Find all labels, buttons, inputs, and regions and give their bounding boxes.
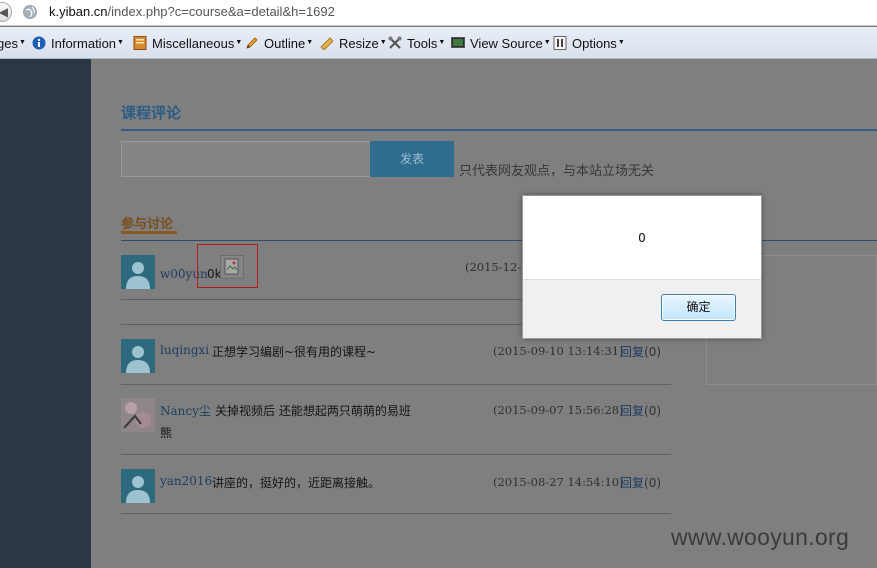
dropdown-arrow-icon: ▼ — [235, 39, 243, 46]
toolbar-images-menu[interactable]: ges▼ — [0, 36, 26, 51]
avatar[interactable] — [121, 255, 155, 289]
toolbar-label: Tools — [407, 36, 438, 51]
submit-comment-button[interactable]: 发表 — [370, 141, 454, 177]
dropdown-arrow-icon: ▼ — [306, 39, 314, 46]
left-sidebar — [0, 59, 91, 568]
toolbar-information-menu[interactable]: Information▼ — [32, 36, 124, 51]
information-icon — [32, 36, 46, 50]
toolbar-miscellaneous-menu[interactable]: Miscellaneous▼ — [133, 36, 242, 51]
tab-active-indicator — [121, 231, 177, 234]
back-button[interactable]: ◀ — [0, 2, 12, 22]
url-field[interactable]: k.yiban.cn/index.php?c=course&a=detail&h… — [49, 4, 335, 19]
comment-input[interactable] — [121, 141, 371, 177]
disclaimer-text: 只代表网友观点，与本站立场无关 — [459, 164, 655, 179]
reply-count: (0) — [644, 476, 662, 490]
reply-link[interactable]: 回复(0) — [620, 402, 661, 419]
comment-username[interactable]: yan2016 — [160, 474, 212, 488]
monitor-icon — [451, 36, 465, 50]
dropdown-arrow-icon: ▼ — [617, 39, 625, 46]
avatar[interactable] — [121, 398, 155, 432]
section-title: 课程评论 — [121, 104, 182, 122]
toolbar-label: Miscellaneous — [152, 36, 235, 51]
tab-divider — [121, 240, 877, 241]
options-icon — [553, 36, 567, 50]
dropdown-arrow-icon: ▼ — [543, 39, 551, 46]
toolbar-resize-menu[interactable]: Resize▼ — [320, 36, 387, 51]
comment-text: 正想学习编剧~很有用的课程~ — [212, 345, 377, 359]
toolbar-tools-menu[interactable]: Tools▼ — [388, 36, 445, 51]
comment-time: (2015-08-27 14:54:10) — [493, 475, 624, 489]
section-divider — [121, 129, 877, 131]
reply-link[interactable]: 回复(0) — [620, 343, 661, 360]
dropdown-arrow-icon: ▼ — [18, 39, 26, 46]
tab-discussion[interactable]: 参与讨论 — [121, 213, 173, 232]
reply-count: (0) — [644, 404, 662, 418]
comment-text: 关掉视频后 还能想起两只萌萌的易班 — [215, 404, 411, 418]
ok-button[interactable]: 确定 — [661, 294, 736, 321]
comment-text-wrap: 熊 — [160, 426, 173, 440]
toolbar-label: Resize — [339, 36, 379, 51]
toolbar-options-menu[interactable]: Options▼ — [553, 36, 625, 51]
url-domain: k.yiban.cn — [49, 4, 108, 19]
injection-highlight-box — [197, 244, 258, 288]
toolbar-outline-menu[interactable]: Outline▼ — [245, 36, 313, 51]
alert-message: 0 — [638, 231, 646, 245]
toolbar-label: Outline — [264, 36, 306, 51]
reply-link[interactable]: 回复(0) — [620, 474, 661, 491]
web-developer-toolbar: ges▼ Information▼ Miscellaneous▼ Outline… — [0, 27, 877, 59]
toolbar-label: View Source — [470, 36, 543, 51]
row-divider — [121, 513, 671, 514]
avatar[interactable] — [121, 339, 155, 373]
avatar[interactable] — [121, 469, 155, 503]
toolbar-view-source-menu[interactable]: View Source▼ — [451, 36, 551, 51]
globe-icon — [23, 5, 37, 19]
address-bar: ◀ k.yiban.cn/index.php?c=course&a=detail… — [0, 0, 877, 26]
alert-dialog: 0 确定 — [522, 195, 762, 339]
comment-username[interactable]: Nancy尘 — [160, 402, 211, 419]
row-divider — [121, 454, 671, 455]
pencil-icon — [245, 36, 259, 50]
dropdown-arrow-icon: ▼ — [438, 39, 446, 46]
row-divider — [121, 384, 671, 385]
comment-username[interactable]: luqingxi — [160, 343, 209, 357]
watermark: www.wooyun.org — [671, 524, 850, 550]
comment-time: (2015-09-10 13:14:31) — [493, 344, 624, 358]
alert-message-area: 0 — [523, 196, 761, 280]
reply-label: 回复 — [620, 345, 645, 359]
reply-label: 回复 — [620, 404, 645, 418]
toolbar-label: Information — [51, 36, 117, 51]
tools-icon — [388, 36, 402, 50]
comment-text: 讲座的，挺好的，近距离接触。 — [212, 476, 381, 490]
dropdown-arrow-icon: ▼ — [117, 39, 124, 46]
reply-label: 回复 — [620, 476, 645, 490]
reply-count: (0) — [644, 345, 662, 359]
miscellaneous-icon — [133, 36, 147, 50]
toolbar-label: Options — [572, 36, 617, 51]
comment-time: (2015-09-07 15:56:28) — [493, 403, 624, 417]
url-path: /index.php?c=course&a=detail&h=1692 — [107, 4, 335, 19]
comment-time: (2015-12-2 — [465, 260, 529, 274]
ruler-icon — [320, 36, 334, 51]
toolbar-label: ges — [0, 36, 18, 51]
dropdown-arrow-icon: ▼ — [379, 39, 387, 46]
